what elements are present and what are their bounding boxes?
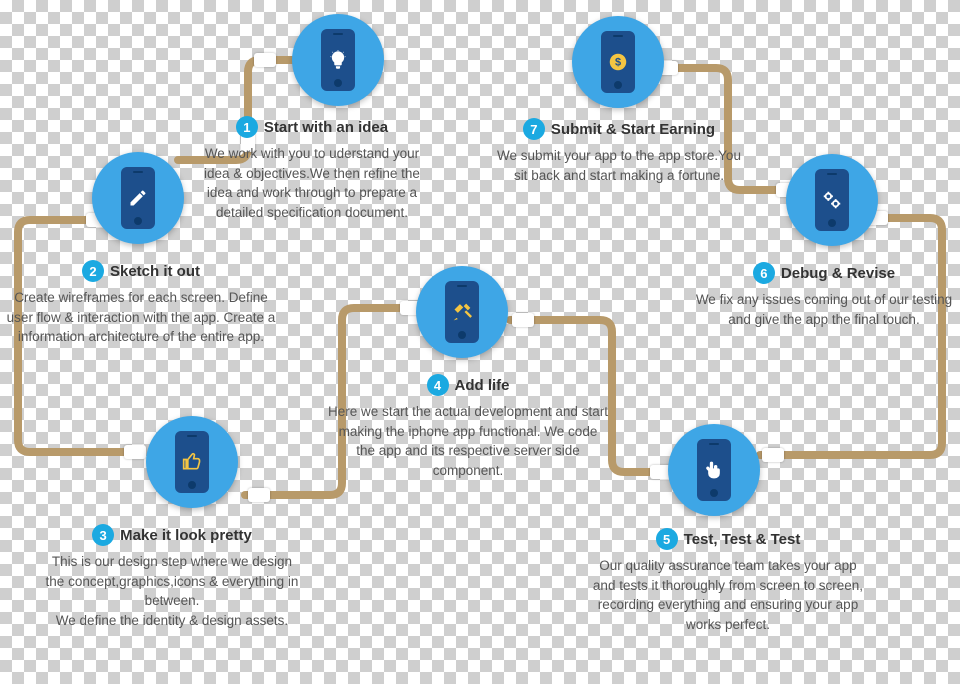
phone-icon bbox=[815, 169, 849, 231]
phone-icon bbox=[175, 431, 209, 493]
step-badge: 7 bbox=[523, 118, 545, 140]
step-title: Submit & Start Earning bbox=[551, 121, 715, 138]
step-5-text: 5 Test, Test & Test Our quality assurance… bbox=[588, 528, 868, 634]
step-7-text: 7 Submit & Start Earning We submit your a… bbox=[494, 118, 744, 185]
step-badge: 3 bbox=[92, 524, 114, 546]
step-desc: We fix any issues coming out of our test… bbox=[690, 290, 958, 329]
gears-icon bbox=[821, 189, 843, 211]
svg-text:$: $ bbox=[615, 57, 621, 69]
step-desc: Our quality assurance team takes your ap… bbox=[588, 556, 868, 634]
step-badge: 4 bbox=[427, 374, 449, 396]
step-1-text: 1 Start with an idea We work with you to … bbox=[192, 116, 432, 222]
plug bbox=[248, 488, 270, 502]
step-desc: Here we start the actual development and… bbox=[328, 402, 608, 480]
step-badge: 2 bbox=[82, 260, 104, 282]
step-title: Test, Test & Test bbox=[684, 531, 801, 548]
dollar-badge-icon: $ bbox=[607, 51, 629, 73]
step-2-node bbox=[92, 152, 184, 244]
step-2-text: 2 Sketch it out Create wireframes for eac… bbox=[6, 260, 276, 347]
phone-icon bbox=[445, 281, 479, 343]
plug bbox=[254, 53, 276, 67]
thumbs-up-icon bbox=[182, 452, 202, 472]
phone-icon: $ bbox=[601, 31, 635, 93]
step-badge: 5 bbox=[656, 528, 678, 550]
step-6-text: 6 Debug & Revise We fix any issues coming… bbox=[690, 262, 958, 329]
phone-icon bbox=[121, 167, 155, 229]
step-desc: We work with you to uderstand your idea … bbox=[192, 144, 432, 222]
step-7-node: $ bbox=[572, 16, 664, 108]
plug bbox=[124, 445, 146, 459]
step-title: Make it look pretty bbox=[120, 527, 252, 544]
phone-icon bbox=[321, 29, 355, 91]
lightbulb-icon bbox=[328, 48, 348, 72]
step-badge: 1 bbox=[236, 116, 258, 138]
step-badge: 6 bbox=[753, 262, 775, 284]
step-6-node bbox=[786, 154, 878, 246]
plug bbox=[512, 313, 534, 327]
step-desc: Create wireframes for each screen. Defin… bbox=[6, 288, 276, 347]
step-4-text: 4 Add life Here we start the actual devel… bbox=[328, 374, 608, 480]
step-1-node bbox=[292, 14, 384, 106]
plug bbox=[762, 448, 784, 462]
step-3-text: 3 Make it look pretty This is our design … bbox=[42, 524, 302, 630]
step-4-node bbox=[416, 266, 508, 358]
step-3-node bbox=[146, 416, 238, 508]
step-title: Sketch it out bbox=[110, 263, 200, 280]
pencil-icon bbox=[128, 188, 148, 208]
tools-icon bbox=[452, 302, 472, 322]
step-5-node bbox=[668, 424, 760, 516]
step-title: Start with an idea bbox=[264, 119, 388, 136]
process-diagram: 1 Start with an idea We work with you to … bbox=[0, 0, 960, 684]
phone-icon bbox=[697, 439, 731, 501]
pointer-icon bbox=[704, 459, 724, 481]
step-desc: This is our design step where we design … bbox=[42, 552, 302, 630]
step-title: Add life bbox=[455, 377, 510, 394]
step-desc: We submit your app to the app store.You … bbox=[494, 146, 744, 185]
step-title: Debug & Revise bbox=[781, 265, 895, 282]
